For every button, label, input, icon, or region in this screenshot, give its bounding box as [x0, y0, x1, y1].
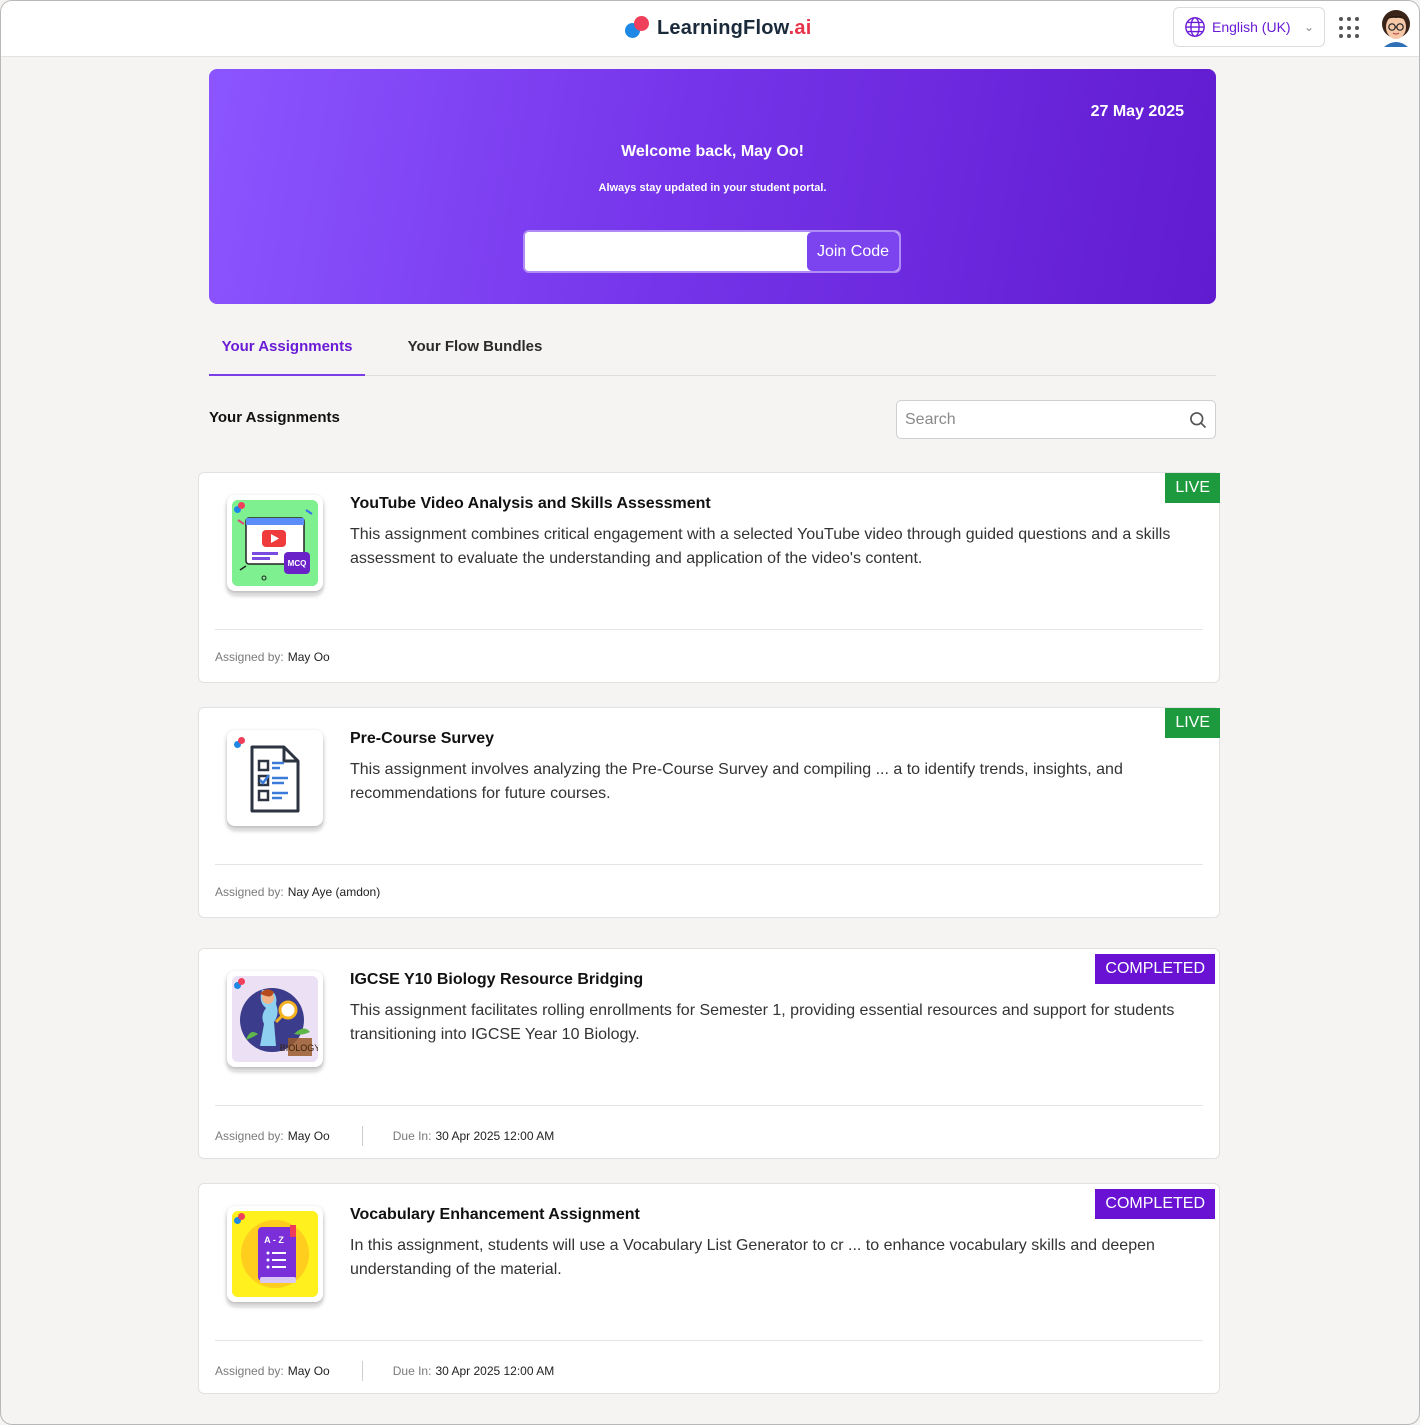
search-box [896, 400, 1216, 439]
logo-mark-icon [234, 978, 246, 990]
biology-icon: BIOLOGY [232, 976, 318, 1062]
assignment-thumbnail: A - Z [227, 1206, 323, 1302]
assigned-by-label: Assigned by: [215, 1129, 284, 1143]
logo-text: LearningFlow [657, 16, 789, 39]
assignment-card[interactable]: Pre-Course Survey This assignment involv… [198, 707, 1220, 918]
section-title: Your Assignments [209, 409, 340, 426]
status-badge: LIVE [1165, 708, 1220, 738]
assignment-meta: Assigned by: May Oo Due In: 30 Apr 2025 … [215, 1361, 554, 1381]
meta-separator [361, 1361, 363, 1381]
status-badge: COMPLETED [1095, 1189, 1215, 1219]
logo-mark-icon [234, 502, 246, 514]
assignment-title: IGCSE Y10 Biology Resource Bridging [350, 971, 644, 988]
divider [215, 1340, 1203, 1341]
assignment-thumbnail [227, 730, 323, 826]
assigned-by-value: Nay Aye (amdon) [287, 885, 381, 899]
meta-separator [361, 1126, 363, 1146]
svg-text:A - Z: A - Z [264, 1235, 284, 1245]
tab-your-assignments[interactable]: Your Assignments [209, 323, 365, 376]
language-select[interactable]: English (UK) ⌄ [1173, 7, 1325, 47]
language-label: English (UK) [1212, 19, 1291, 35]
welcome-subtitle: Always stay updated in your student port… [598, 182, 827, 194]
divider [215, 864, 1203, 865]
svg-text:BIOLOGY: BIOLOGY [280, 1043, 318, 1053]
join-code-group: Join Code [523, 230, 901, 273]
assignment-card[interactable]: A - Z Vocabulary Enhancement Assignment … [198, 1183, 1220, 1394]
assignment-description: This assignment involves analyzing the P… [350, 761, 1123, 802]
assignment-card[interactable]: MCQ YouTube Video Analysis and Skills As… [198, 472, 1220, 683]
assignment-meta: Assigned by: May Oo Due In: 30 Apr 2025 … [215, 1126, 554, 1146]
assignment-card[interactable]: BIOLOGY IGCSE Y10 Biology Resource Bridg… [198, 948, 1220, 1159]
join-code-input[interactable] [525, 232, 807, 271]
status-badge: COMPLETED [1095, 954, 1215, 984]
app-window: LearningFlow.ai English (UK) ⌄ 27 May 20… [0, 0, 1420, 1425]
assignment-title: Vocabulary Enhancement Assignment [350, 1206, 640, 1223]
due-label: Due In: [392, 1129, 432, 1143]
assigned-by-label: Assigned by: [215, 885, 284, 899]
avatar[interactable] [1379, 9, 1413, 47]
logo-mark-icon [234, 737, 246, 749]
top-bar: LearningFlow.ai English (UK) ⌄ [1, 1, 1419, 57]
logo[interactable]: LearningFlow.ai [625, 15, 812, 41]
youtube-mcq-icon: MCQ [232, 500, 318, 586]
vocabulary-book-icon: A - Z [232, 1211, 318, 1297]
assigned-by-label: Assigned by: [215, 650, 284, 664]
welcome-heading: Welcome back, May Oo! [621, 143, 804, 160]
assigned-by-value: May Oo [287, 1129, 330, 1143]
assignment-thumbnail: MCQ [227, 495, 323, 591]
due-value: 30 Apr 2025 12:00 AM [435, 1129, 555, 1143]
due-value: 30 Apr 2025 12:00 AM [435, 1364, 555, 1378]
due-label: Due In: [392, 1364, 432, 1378]
svg-text:MCQ: MCQ [288, 559, 307, 568]
assignment-thumbnail: BIOLOGY [227, 971, 323, 1067]
assignment-description: This assignment combines critical engage… [350, 526, 1171, 567]
logo-mark-icon [234, 1213, 246, 1225]
assignment-description: In this assignment, students will use a … [350, 1237, 1155, 1278]
assignment-meta: Assigned by: Nay Aye (amdon) [215, 885, 380, 899]
chevron-down-icon: ⌄ [1303, 20, 1314, 34]
assigned-by-value: May Oo [287, 1364, 330, 1378]
survey-checklist-icon [232, 735, 318, 821]
assigned-by-value: May Oo [287, 650, 330, 664]
search-input[interactable] [897, 401, 1181, 438]
tab-bar: Your Assignments Your Flow Bundles [209, 323, 1216, 376]
logo-suffix: .ai [788, 16, 812, 39]
apps-grid-icon[interactable] [1339, 17, 1361, 39]
globe-icon [1185, 17, 1205, 37]
logo-mark-icon [625, 15, 651, 41]
assignment-title: Pre-Course Survey [350, 730, 495, 747]
welcome-banner: 27 May 2025 Welcome back, May Oo! Always… [209, 69, 1216, 304]
current-date: 27 May 2025 [1090, 103, 1184, 120]
status-badge: LIVE [1165, 473, 1220, 503]
assignment-meta: Assigned by: May Oo [215, 650, 330, 664]
assignment-description: This assignment facilitates rolling enro… [350, 1002, 1175, 1043]
tab-your-flow-bundles[interactable]: Your Flow Bundles [399, 323, 551, 376]
search-icon[interactable] [1181, 410, 1215, 430]
divider [215, 629, 1203, 630]
join-code-button[interactable]: Join Code [807, 232, 899, 271]
assigned-by-label: Assigned by: [215, 1364, 284, 1378]
divider [215, 1105, 1203, 1106]
assignment-title: YouTube Video Analysis and Skills Assess… [350, 495, 711, 512]
